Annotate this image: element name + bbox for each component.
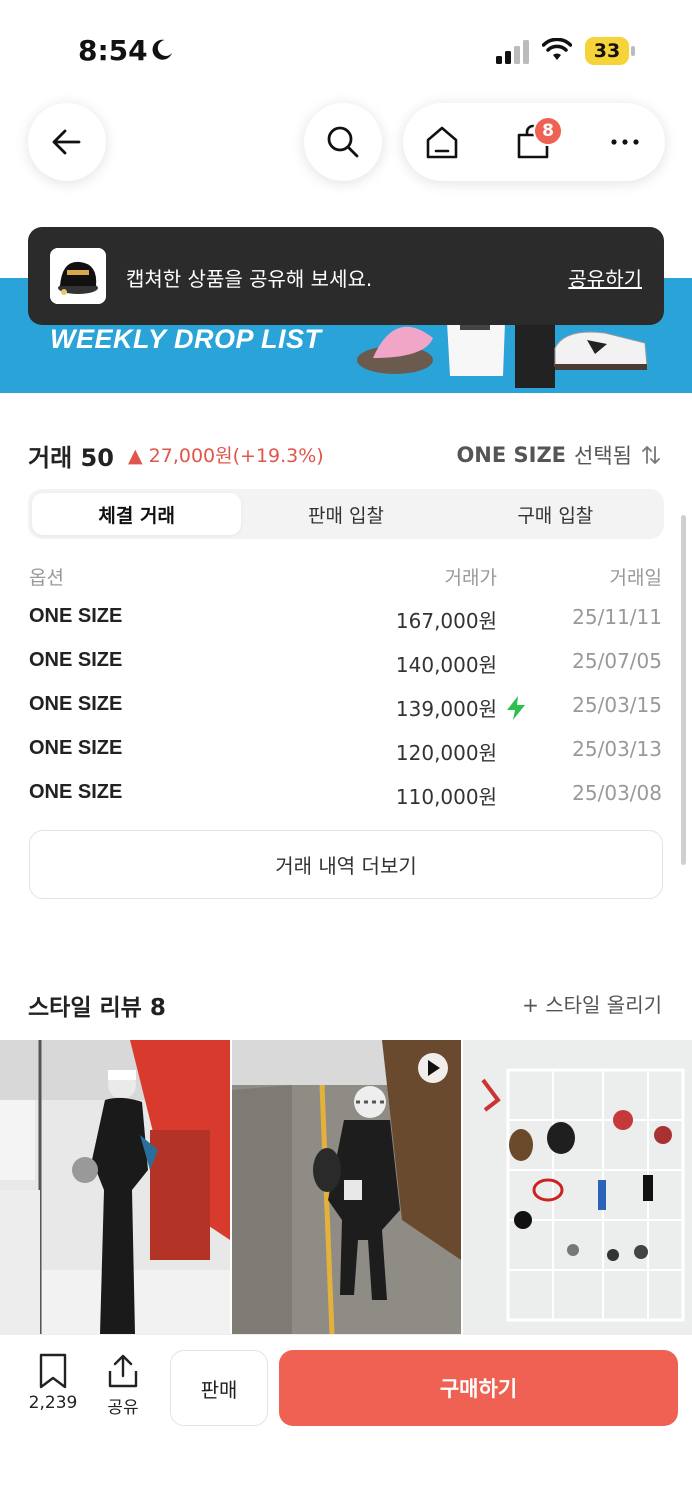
style-review-title: 스타일 리뷰 8 — [28, 995, 166, 1021]
more-icon[interactable] — [605, 122, 645, 162]
table-row: ONE SIZE 140,000원 25/07/05 — [0, 641, 692, 685]
row-date: 25/07/05 — [572, 649, 662, 673]
row-date: 25/03/15 — [572, 693, 662, 717]
status-time: 8:54 — [78, 34, 148, 67]
share-icon — [108, 1354, 138, 1388]
row-date: 25/03/13 — [572, 737, 662, 761]
buy-button[interactable]: 구매하기 — [279, 1350, 678, 1426]
selected-size: ONE SIZE — [456, 443, 567, 467]
search-icon — [327, 126, 359, 158]
signal-icon — [496, 40, 529, 64]
row-price: 139,000원 — [395, 697, 497, 721]
bottom-action-bar: 2,239 공유 판매 구매하기 — [0, 1334, 692, 1500]
column-header-price: 거래가 — [444, 567, 497, 589]
sell-button[interactable]: 판매 — [170, 1350, 268, 1426]
share-label: 공유 — [107, 1398, 139, 1418]
style-video[interactable] — [232, 1040, 461, 1334]
home-icon[interactable] — [422, 122, 462, 162]
table-row: ONE SIZE 139,000원 25/03/15 — [0, 685, 692, 729]
bookmark-count: 2,239 — [28, 1393, 78, 1413]
style-photo[interactable] — [0, 1040, 230, 1334]
toast-product-thumbnail — [50, 248, 106, 304]
battery-icon: 33 — [585, 37, 635, 65]
upload-style-button[interactable]: + 스타일 올리기 — [522, 989, 662, 1018]
row-date: 25/03/08 — [572, 781, 662, 805]
back-button[interactable] — [28, 103, 106, 181]
row-date: 25/11/11 — [572, 605, 662, 629]
column-header-date: 거래일 — [609, 567, 662, 589]
share-toast: 캡쳐한 상품을 공유해 보세요. 공유하기 — [28, 227, 664, 325]
quick-delivery-icon — [507, 696, 525, 720]
trade-tabs: 체결 거래 판매 입찰 구매 입찰 — [28, 489, 664, 539]
tab-completed-trades[interactable]: 체결 거래 — [32, 493, 242, 535]
moon-icon — [152, 39, 172, 60]
nav-action-group — [403, 103, 665, 181]
size-selector[interactable]: ONE SIZE 선택됨 — [456, 440, 662, 470]
status-bar: 8:54 33 — [0, 0, 692, 100]
row-price: 110,000원 — [395, 785, 497, 809]
selected-suffix: 선택됨 — [574, 444, 632, 468]
table-row: ONE SIZE 167,000원 25/11/11 — [0, 597, 692, 641]
toast-share-link[interactable]: 공유하기 — [568, 263, 642, 292]
trade-count-title: 거래 50 — [28, 444, 114, 472]
bookmark-button[interactable]: 2,239 — [22, 1353, 84, 1413]
toast-message: 캡쳐한 상품을 공유해 보세요. — [126, 267, 373, 291]
more-trades-button[interactable]: 거래 내역 더보기 — [29, 830, 663, 899]
tab-buy-bids[interactable]: 구매 입찰 — [451, 493, 660, 535]
banner-text: WEEKLY DROP LIST — [50, 324, 322, 354]
cart-count-badge: 8 — [533, 116, 563, 146]
scrollbar[interactable] — [681, 515, 686, 865]
row-price: 120,000원 — [395, 741, 497, 765]
tab-sell-bids[interactable]: 판매 입찰 — [241, 493, 450, 535]
row-option: ONE SIZE — [29, 737, 123, 759]
sort-arrows-icon — [642, 446, 660, 464]
battery-level: 33 — [585, 37, 629, 65]
row-option: ONE SIZE — [29, 781, 123, 803]
wifi-icon — [542, 38, 572, 60]
row-price: 167,000원 — [395, 609, 497, 633]
arrow-left-icon — [52, 129, 81, 155]
price-change: ▲ 27,000원(+19.3%) — [128, 445, 324, 467]
column-header-option: 옵션 — [29, 567, 64, 589]
row-option: ONE SIZE — [29, 649, 123, 671]
table-row: ONE SIZE 110,000원 25/03/08 — [0, 773, 692, 817]
style-photo[interactable] — [463, 1040, 692, 1334]
table-row: ONE SIZE 120,000원 25/03/13 — [0, 729, 692, 773]
search-button[interactable] — [304, 103, 382, 181]
row-option: ONE SIZE — [29, 693, 123, 715]
bookmark-icon — [39, 1353, 67, 1389]
share-button[interactable]: 공유 — [100, 1353, 146, 1418]
row-option: ONE SIZE — [29, 605, 123, 627]
row-price: 140,000원 — [395, 653, 497, 677]
